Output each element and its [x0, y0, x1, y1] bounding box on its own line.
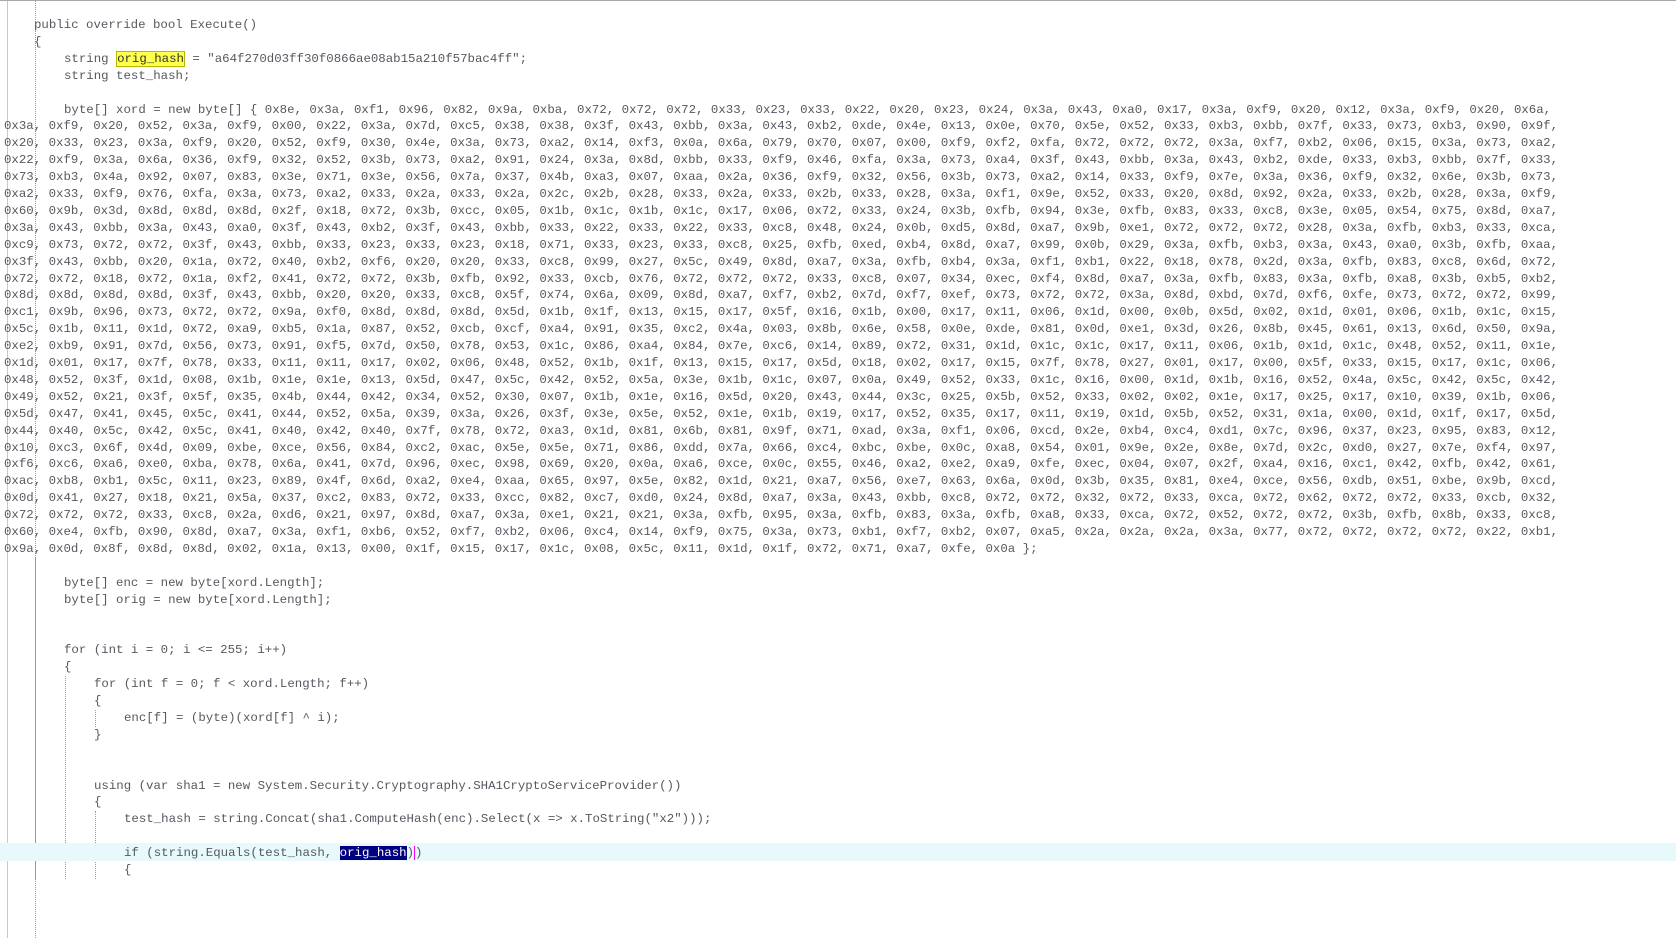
code-line[interactable]: 0x3a, 0x43, 0xbb, 0x3a, 0x43, 0xa0, 0x3f… — [4, 220, 1558, 237]
code-line[interactable]: 0xc9, 0x73, 0x72, 0x72, 0x3f, 0x43, 0xbb… — [4, 237, 1558, 254]
code-line[interactable]: public override bool Execute() — [34, 17, 257, 34]
code-line[interactable]: 0x8d, 0x8d, 0x8d, 0x8d, 0x3f, 0x43, 0xbb… — [4, 287, 1558, 304]
code-line[interactable]: 0x60, 0x9b, 0x3d, 0x8d, 0x8d, 0x8d, 0x2f… — [4, 203, 1558, 220]
code-line[interactable]: { — [64, 659, 71, 676]
code-line[interactable]: test_hash = string.Concat(sha1.ComputeHa… — [124, 811, 711, 828]
code-line[interactable]: 0x22, 0xf9, 0x3a, 0x6a, 0x36, 0xf9, 0x32… — [4, 152, 1558, 169]
code-line[interactable]: } — [94, 727, 101, 744]
code-line[interactable]: byte[] orig = new byte[xord.Length]; — [64, 592, 332, 609]
code-line[interactable]: 0x0d, 0x41, 0x27, 0x18, 0x21, 0x5a, 0x37… — [4, 490, 1558, 507]
code-line[interactable]: if (string.Equals(test_hash, orig_hash)) — [124, 845, 423, 862]
code-text: string — [64, 51, 117, 66]
code-line[interactable]: using (var sha1 = new System.Security.Cr… — [94, 778, 681, 795]
code-line[interactable]: 0x44, 0x40, 0x5c, 0x42, 0x5c, 0x41, 0x40… — [4, 423, 1558, 440]
editor-top-border — [0, 0, 1676, 1]
code-line[interactable]: byte[] enc = new byte[xord.Length]; — [64, 575, 324, 592]
code-editor[interactable]: public override bool Execute(){string or… — [0, 0, 1676, 938]
code-line[interactable]: string orig_hash = "a64f270d03ff30f0866a… — [64, 50, 528, 68]
code-line[interactable]: 0x48, 0x52, 0x3f, 0x1d, 0x08, 0x1b, 0x1e… — [4, 372, 1558, 389]
code-line[interactable]: { — [124, 862, 131, 879]
code-line[interactable]: { — [94, 693, 101, 710]
code-line[interactable]: { — [94, 794, 101, 811]
code-line[interactable]: 0xe2, 0xb9, 0x91, 0x7d, 0x56, 0x73, 0x91… — [4, 338, 1558, 355]
code-line[interactable]: { — [34, 34, 41, 51]
code-line[interactable]: 0xc1, 0x9b, 0x96, 0x73, 0x72, 0x72, 0x9a… — [4, 304, 1558, 321]
code-line[interactable]: 0xa2, 0x33, 0xf9, 0x76, 0xfa, 0x3a, 0x73… — [4, 186, 1558, 203]
code-line[interactable]: 0x20, 0x33, 0x23, 0x3a, 0xf9, 0x20, 0x52… — [4, 135, 1558, 152]
code-line[interactable]: 0x3a, 0xf9, 0x20, 0x52, 0x3a, 0xf9, 0x00… — [4, 118, 1558, 135]
code-text: = "a64f270d03ff30f0866ae08ab15a210f57bac… — [184, 51, 528, 66]
search-match-highlight: orig_hash — [116, 50, 185, 67]
code-line[interactable]: 0x49, 0x52, 0x21, 0x3f, 0x5f, 0x35, 0x4b… — [4, 389, 1558, 406]
code-line[interactable]: 0x9a, 0x0d, 0x8f, 0x8d, 0x8d, 0x02, 0x1a… — [4, 541, 1038, 558]
selected-text: orig_hash — [339, 846, 407, 861]
code-line[interactable]: 0xf6, 0xc6, 0xa6, 0xe0, 0xba, 0x78, 0x6a… — [4, 456, 1558, 473]
code-line[interactable]: string test_hash; — [64, 68, 190, 85]
code-text: ) — [406, 846, 414, 861]
code-line[interactable]: for (int i = 0; i <= 255; i++) — [64, 642, 287, 659]
code-line[interactable]: 0x72, 0x72, 0x18, 0x72, 0x1a, 0xf2, 0x41… — [4, 271, 1558, 288]
indent-guide — [95, 709, 96, 727]
code-line[interactable]: 0x60, 0xe4, 0xfb, 0x90, 0x8d, 0xa7, 0x3a… — [4, 524, 1558, 541]
code-line[interactable]: 0x3f, 0x43, 0xbb, 0x20, 0x1a, 0x72, 0x40… — [4, 254, 1558, 271]
code-line[interactable]: 0x5d, 0x47, 0x41, 0x45, 0x5c, 0x41, 0x44… — [4, 406, 1558, 423]
code-line[interactable]: 0x1d, 0x01, 0x17, 0x7f, 0x78, 0x33, 0x11… — [4, 355, 1558, 372]
text-caret: ) — [414, 846, 423, 861]
code-line[interactable]: 0x5c, 0x1b, 0x11, 0x1d, 0x72, 0xa9, 0xb5… — [4, 321, 1558, 338]
code-line[interactable]: 0xac, 0xb8, 0xb1, 0x5c, 0x11, 0x23, 0x89… — [4, 473, 1558, 490]
code-line[interactable]: enc[f] = (byte)(xord[f] ^ i); — [124, 710, 340, 727]
code-text: if (string.Equals(test_hash, — [124, 846, 340, 861]
code-line[interactable]: 0x73, 0xb3, 0x4a, 0x92, 0x07, 0x83, 0x3e… — [4, 169, 1558, 186]
code-line[interactable]: byte[] xord = new byte[] { 0x8e, 0x3a, 0… — [64, 102, 1551, 119]
code-line[interactable]: for (int f = 0; f < xord.Length; f++) — [94, 676, 369, 693]
code-line[interactable]: 0x10, 0xc3, 0x6f, 0x4d, 0x09, 0xbe, 0xce… — [4, 440, 1558, 457]
code-line[interactable]: 0x72, 0x72, 0x72, 0x33, 0xc8, 0x2a, 0xd6… — [4, 507, 1558, 524]
